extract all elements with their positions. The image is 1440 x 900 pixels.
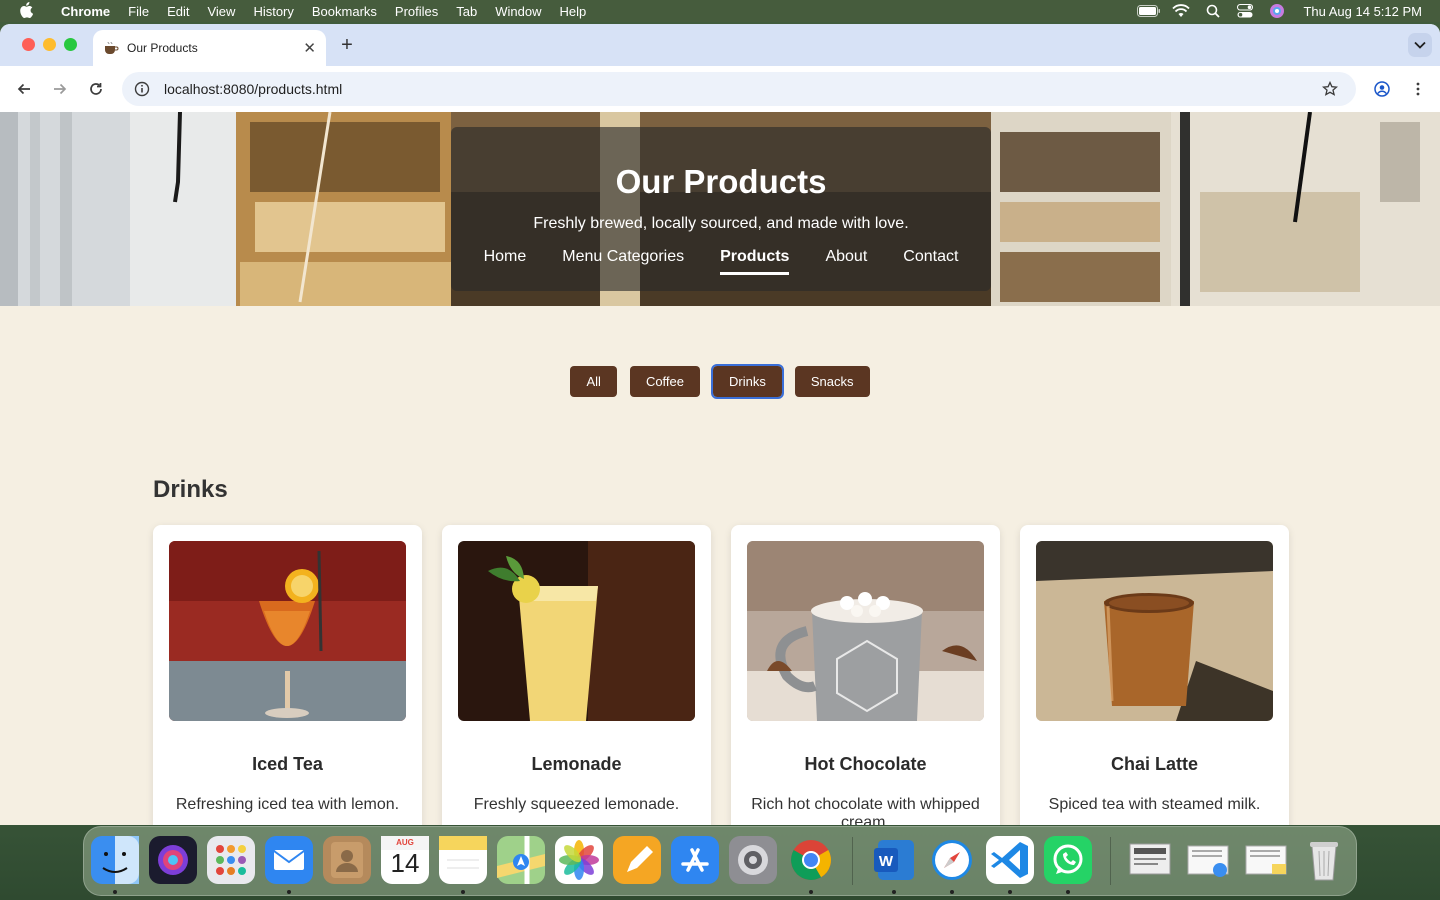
battery-icon[interactable] (1133, 0, 1165, 22)
url-text[interactable]: localhost:8080/products.html (164, 81, 1344, 97)
document-preview-icon[interactable] (1126, 836, 1174, 884)
menu-app-name[interactable]: Chrome (52, 4, 119, 19)
browser-window: Our Products ✕ + localhost:8080/products… (0, 24, 1440, 825)
iced-tea-photo (169, 541, 406, 721)
close-window-button[interactable] (22, 38, 35, 51)
reload-icon[interactable] (78, 71, 114, 107)
menu-window[interactable]: Window (486, 4, 550, 19)
product-name: Lemonade (531, 754, 622, 774)
photos-icon[interactable] (555, 836, 603, 884)
product-card[interactable]: Lemonade Freshly squeezed lemonade. (442, 525, 711, 825)
section-heading: Drinks (153, 476, 228, 503)
minimize-window-button[interactable] (43, 38, 56, 51)
back-arrow-icon[interactable] (6, 71, 42, 107)
launchpad-icon[interactable] (207, 836, 255, 884)
filter-snacks-button[interactable]: Snacks (794, 366, 870, 397)
macos-dock: AUG 14 W (83, 826, 1357, 896)
web-page: Our Products Freshly brewed, locally sou… (0, 112, 1440, 825)
browser-toolbar: localhost:8080/products.html (0, 66, 1440, 112)
maps-icon[interactable] (497, 836, 545, 884)
product-name: Hot Chocolate (804, 754, 927, 774)
menu-help[interactable]: Help (551, 4, 596, 19)
chrome-icon[interactable] (787, 836, 835, 884)
siri-app-icon[interactable] (149, 836, 197, 884)
page-title: Our Products (615, 163, 827, 200)
notes-document-icon[interactable] (1242, 836, 1290, 884)
finder-icon[interactable] (91, 836, 139, 884)
menu-bookmarks[interactable]: Bookmarks (303, 4, 386, 19)
nav-contact-link[interactable]: Contact (903, 248, 958, 275)
menu-file[interactable]: File (119, 4, 158, 19)
product-name: Chai Latte (1110, 754, 1198, 774)
product-card[interactable]: Hot Chocolate Rich hot chocolate with wh… (731, 525, 1000, 825)
apple-menu-icon[interactable] (0, 0, 52, 22)
site-nav: Home Menu Categories Products About Cont… (451, 248, 991, 275)
trash-icon[interactable] (1300, 836, 1348, 884)
product-description: Rich hot chocolate with whipped cream. (751, 796, 980, 825)
product-card[interactable]: Chai Latte Spiced tea with steamed milk. (1020, 525, 1289, 825)
bookmark-star-icon[interactable] (1314, 72, 1346, 106)
filter-coffee-button[interactable]: Coffee (629, 366, 701, 397)
spotlight-search-icon[interactable] (1197, 0, 1229, 22)
menu-edit[interactable]: Edit (158, 4, 198, 19)
hot-chocolate-photo (747, 541, 984, 721)
macos-menu-bar: Chrome File Edit View History Bookmarks … (0, 0, 1440, 22)
filter-drinks-button[interactable]: Drinks (711, 364, 784, 399)
wifi-icon[interactable] (1165, 0, 1197, 22)
product-description: Refreshing iced tea with lemon. (175, 796, 400, 813)
product-card[interactable]: Iced Tea Refreshing iced tea with lemon. (153, 525, 422, 825)
address-bar[interactable]: localhost:8080/products.html (122, 72, 1356, 106)
zoom-window-button[interactable] (64, 38, 77, 51)
product-description: Freshly squeezed lemonade. (473, 796, 680, 813)
calendar-icon[interactable]: AUG 14 (381, 836, 429, 884)
menu-history[interactable]: History (244, 4, 302, 19)
calendar-day: 14 (390, 848, 420, 878)
tab-strip: Our Products ✕ + (0, 24, 1440, 66)
new-tab-button[interactable]: + (336, 34, 358, 56)
svg-text:W: W (879, 853, 894, 870)
control-center-icon[interactable] (1229, 0, 1261, 22)
product-name: Iced Tea (252, 754, 323, 774)
profile-avatar-icon[interactable] (1366, 72, 1398, 106)
lemonade-photo (458, 541, 695, 721)
product-description: Spiced tea with steamed milk. (1048, 796, 1261, 813)
category-filter-bar: All Coffee Drinks Snacks (0, 364, 1440, 399)
filter-all-button[interactable]: All (570, 366, 617, 397)
nav-home-link[interactable]: Home (484, 248, 527, 275)
menu-tab[interactable]: Tab (447, 4, 486, 19)
close-tab-icon[interactable]: ✕ (303, 39, 316, 57)
menu-view[interactable]: View (198, 4, 244, 19)
vscode-icon[interactable] (986, 836, 1034, 884)
chai-latte-photo (1036, 541, 1273, 721)
system-settings-icon[interactable] (729, 836, 777, 884)
tab-search-chevron-icon[interactable] (1408, 33, 1432, 57)
menu-profiles[interactable]: Profiles (386, 4, 447, 19)
mail-icon[interactable] (265, 836, 313, 884)
site-info-icon[interactable] (134, 81, 150, 97)
browser-tab-active[interactable]: Our Products ✕ (93, 30, 326, 66)
nav-products-link[interactable]: Products (720, 248, 790, 275)
safari-icon[interactable] (928, 836, 976, 884)
pages-icon[interactable] (613, 836, 661, 884)
hero-panel: Our Products Freshly brewed, locally sou… (451, 127, 991, 291)
finder-document-icon[interactable] (1184, 836, 1232, 884)
contacts-icon[interactable] (323, 836, 371, 884)
nav-about-link[interactable]: About (825, 248, 867, 275)
word-icon[interactable]: W (870, 836, 918, 884)
coffee-cup-favicon-icon (105, 41, 119, 54)
tab-title: Our Products (127, 41, 198, 55)
notes-icon[interactable] (439, 836, 487, 884)
app-store-icon[interactable] (671, 836, 719, 884)
more-menu-icon[interactable] (1402, 72, 1434, 106)
forward-arrow-icon[interactable] (42, 71, 78, 107)
hero-banner: Our Products Freshly brewed, locally sou… (0, 112, 1440, 306)
window-controls (22, 38, 77, 51)
siri-icon[interactable] (1261, 0, 1293, 22)
page-subtitle: Freshly brewed, locally sourced, and mad… (533, 215, 909, 232)
menu-clock[interactable]: Thu Aug 14 5:12 PM (1303, 4, 1422, 19)
nav-menu-categories-link[interactable]: Menu Categories (562, 248, 684, 275)
calendar-month: AUG (396, 838, 414, 847)
product-grid: Iced Tea Refreshing iced tea with lemon. (153, 525, 1289, 825)
whatsapp-icon[interactable] (1044, 836, 1092, 884)
